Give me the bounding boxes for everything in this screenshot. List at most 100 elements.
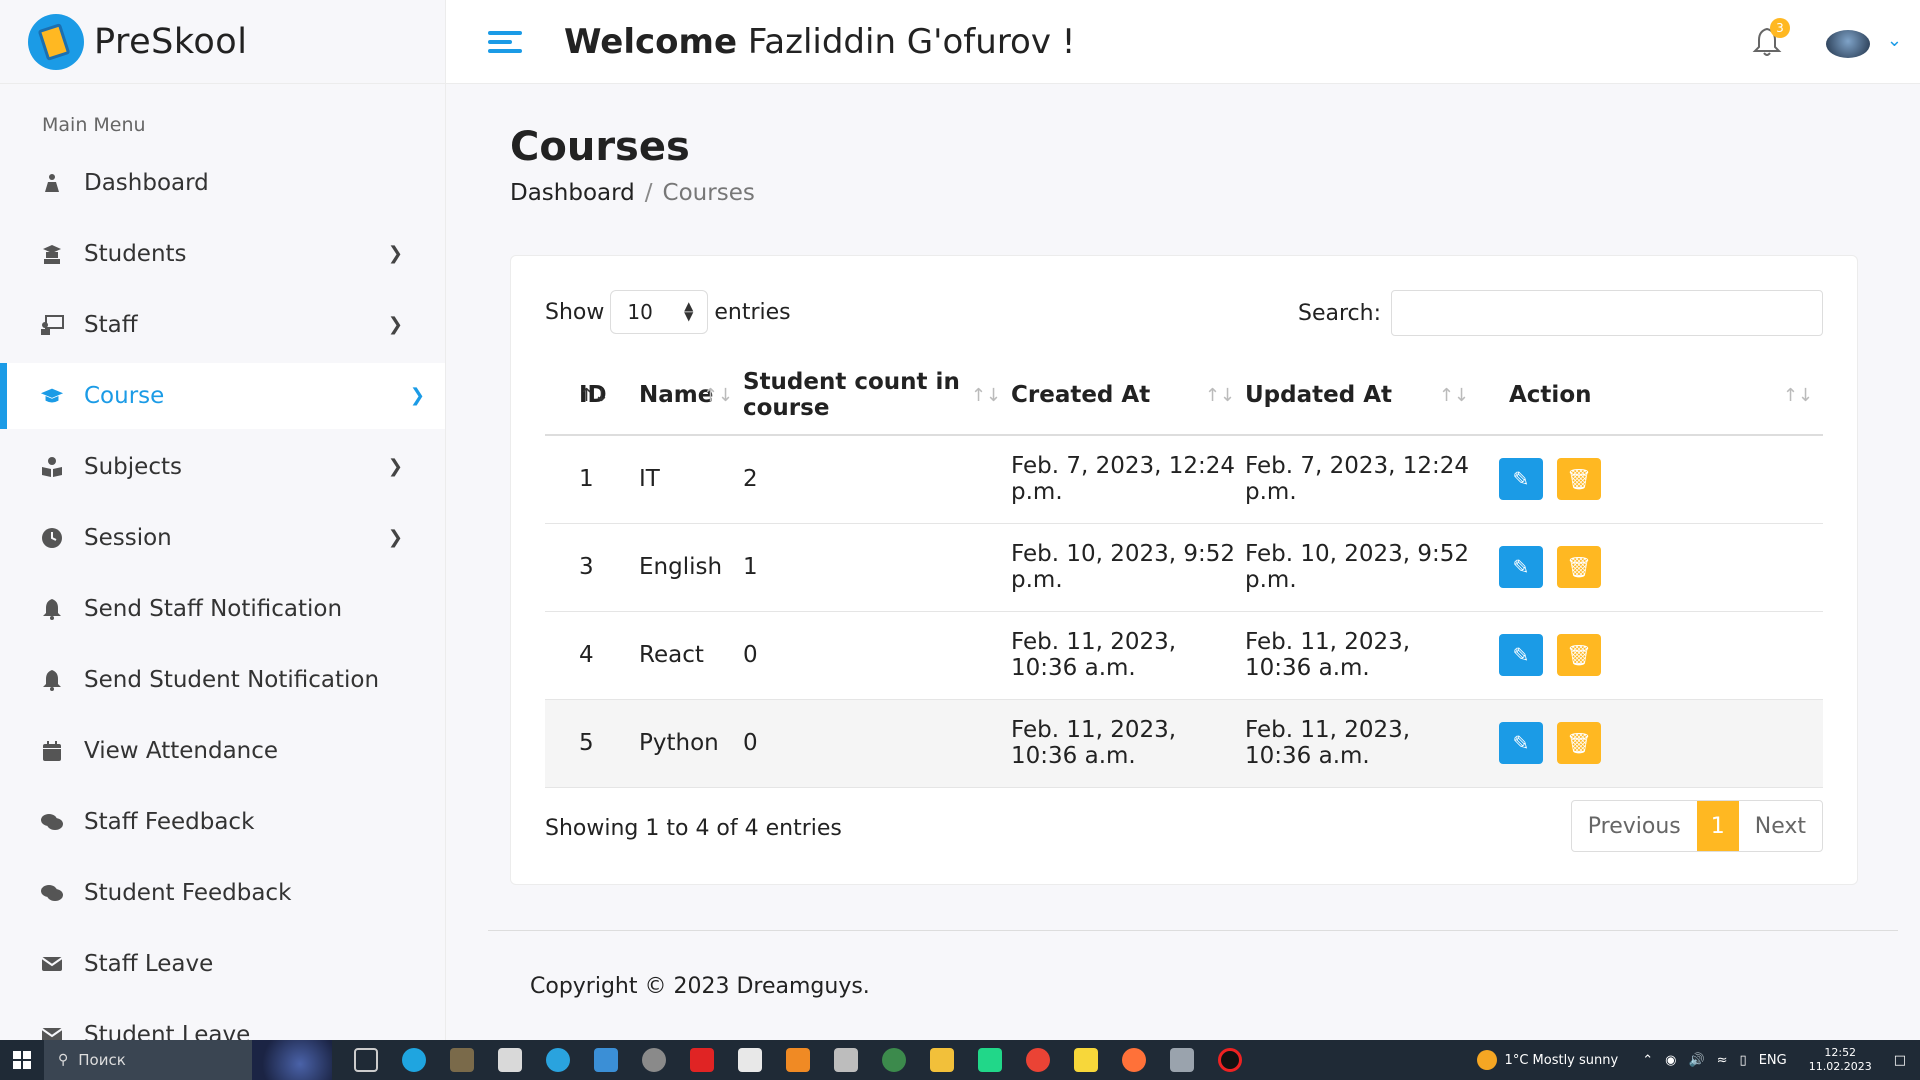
footer-copyright: Copyright © 2023 Dreamguys.: [530, 974, 870, 999]
sidebar-item-staff-feedback[interactable]: Staff Feedback: [0, 789, 445, 855]
sidebar-item-course[interactable]: Course ❯: [0, 363, 445, 429]
table-header-row: ID ↑↓ Name ↑↓ Student count in course ↑↓ Cr…: [545, 355, 1823, 435]
entries-select[interactable]: 10 ▲ ▼: [610, 290, 709, 334]
search-icon: ⚲: [58, 1052, 69, 1068]
column-header-student-count[interactable]: Student count in course ↑↓: [743, 355, 1011, 435]
sidebar-item-student-leave[interactable]: Student Leave: [0, 1002, 445, 1040]
edit-button[interactable]: ✎: [1499, 722, 1543, 764]
column-header-updated-at[interactable]: Updated At ↑↓: [1245, 355, 1479, 435]
delete-button[interactable]: 🗑: [1557, 546, 1601, 588]
next-button[interactable]: Next: [1739, 801, 1822, 851]
sidebar-item-subjects[interactable]: Subjects ❯: [0, 434, 445, 500]
column-header-id[interactable]: ID ↑↓: [545, 355, 639, 435]
notification-bell-icon[interactable]: 3: [1752, 18, 1790, 58]
notifications-center-icon[interactable]: □: [1894, 1053, 1906, 1068]
task-view-icon[interactable]: [354, 1048, 378, 1072]
pencil-icon: ✎: [1512, 731, 1530, 755]
sidebar-item-label: View Attendance: [84, 738, 279, 764]
delete-button[interactable]: 🗑: [1557, 634, 1601, 676]
cell-name: IT: [639, 466, 660, 493]
sidebar-item-dashboard[interactable]: Dashboard: [0, 150, 445, 216]
edit-button[interactable]: ✎: [1499, 634, 1543, 676]
security-icon[interactable]: [498, 1048, 522, 1072]
wifi-icon[interactable]: ≈: [1717, 1053, 1728, 1068]
file-explorer-icon[interactable]: [930, 1048, 954, 1072]
telegram-icon[interactable]: [546, 1048, 570, 1072]
menu-title: Main Menu: [42, 114, 146, 136]
trash-icon: 🗑: [1566, 467, 1592, 492]
select-arrows-icon: ▲ ▼: [684, 299, 694, 323]
cell-count: 2: [743, 466, 758, 493]
trash-icon: 🗑: [1566, 643, 1592, 667]
notes-app-icon[interactable]: [1074, 1048, 1098, 1072]
delete-button[interactable]: 🗑: [1557, 722, 1601, 764]
pycharm-icon[interactable]: [978, 1048, 1002, 1072]
sidebar-item-view-attendance[interactable]: View Attendance: [0, 718, 445, 784]
search-input[interactable]: [1391, 290, 1823, 336]
paint-app-icon[interactable]: [450, 1048, 474, 1072]
comments-icon: [40, 881, 64, 905]
archive-app-icon[interactable]: [834, 1048, 858, 1072]
network-status-icon[interactable]: ◉: [1665, 1053, 1676, 1068]
chevron-down-icon[interactable]: ⌄: [1887, 30, 1902, 51]
battery-icon[interactable]: ▯: [1740, 1053, 1747, 1068]
logo-icon: [28, 13, 84, 70]
database-app-icon[interactable]: [1170, 1048, 1194, 1072]
volume-icon[interactable]: 🔊: [1688, 1053, 1704, 1068]
store-icon[interactable]: [738, 1048, 762, 1072]
sidebar-item-label: Students: [84, 241, 187, 267]
sort-icon: ↑↓: [970, 385, 1001, 406]
search-highlight-image: [252, 1040, 332, 1080]
sidebar-item-label: Staff: [84, 312, 138, 338]
cell-id: 4: [579, 642, 594, 668]
clock[interactable]: 12:52 11.02.2023: [1809, 1046, 1872, 1074]
sidebar-item-student-feedback[interactable]: Student Feedback: [0, 860, 445, 926]
logo[interactable]: PreSkool: [0, 0, 445, 84]
sublime-text-icon[interactable]: [786, 1048, 810, 1072]
weather-widget[interactable]: 1°C Mostly sunny: [1476, 1050, 1618, 1070]
recorder-app-icon[interactable]: [690, 1048, 714, 1072]
menu-toggle-icon[interactable]: [488, 30, 522, 53]
media-app-icon[interactable]: [642, 1048, 666, 1072]
delete-button[interactable]: 🗑: [1557, 458, 1601, 501]
start-button[interactable]: [0, 1040, 44, 1080]
edge-icon[interactable]: [402, 1048, 426, 1072]
column-header-action[interactable]: Action ↑↓: [1479, 355, 1823, 435]
cell-name: React: [639, 642, 704, 668]
clock-icon: [40, 526, 64, 550]
taskbar-search[interactable]: ⚲ Поиск: [44, 1040, 332, 1080]
sidebar-item-label: Send Student Notification: [84, 667, 380, 693]
cell-count: 0: [743, 730, 758, 756]
sidebar-item-staff[interactable]: Staff ❯: [0, 292, 445, 358]
notification-badge: 3: [1770, 18, 1790, 38]
avatar[interactable]: [1826, 30, 1870, 58]
sidebar-item-session[interactable]: Session ❯: [0, 505, 445, 571]
cell-created: Feb. 7, 2023, 12:24 p.m.: [1011, 453, 1236, 506]
chevron-up-icon[interactable]: ⌃: [1642, 1053, 1653, 1068]
previous-button[interactable]: Previous: [1572, 801, 1697, 851]
firefox-icon[interactable]: [1122, 1048, 1146, 1072]
sidebar-item-send-staff-notification[interactable]: Send Staff Notification: [0, 576, 445, 642]
language-indicator[interactable]: ENG: [1759, 1053, 1787, 1068]
page-1-button[interactable]: 1: [1696, 801, 1739, 851]
edit-button[interactable]: ✎: [1499, 546, 1543, 588]
clock-time: 12:52: [1824, 1046, 1857, 1059]
entries-length-control: Show 10 ▲ ▼ entries: [545, 290, 791, 334]
table-row: 4 React 0 Feb. 11, 2023, 10:36 a.m. Feb.…: [545, 611, 1823, 699]
sidebar-item-send-student-notification[interactable]: Send Student Notification: [0, 647, 445, 713]
column-header-created-at[interactable]: Created At ↑↓: [1011, 355, 1245, 435]
breadcrumb-dashboard-link[interactable]: Dashboard: [510, 180, 635, 206]
table-row: 5 Python 0 Feb. 11, 2023, 10:36 a.m. Feb…: [545, 699, 1823, 787]
user-name: Fazliddin G'ofurov !: [747, 21, 1076, 62]
emblem-app-icon[interactable]: [882, 1048, 906, 1072]
cell-name: English: [639, 554, 723, 580]
table-info: Showing 1 to 4 of 4 entries: [545, 816, 842, 841]
column-header-name[interactable]: Name ↑↓: [639, 355, 743, 435]
edit-button[interactable]: ✎: [1499, 458, 1543, 501]
sidebar-item-students[interactable]: Students ❯: [0, 221, 445, 287]
sidebar-item-staff-leave[interactable]: Staff Leave: [0, 931, 445, 997]
monitor-app-icon[interactable]: [594, 1048, 618, 1072]
cell-actions: ✎ 🗑: [1479, 611, 1823, 699]
chrome-icon[interactable]: [1026, 1048, 1050, 1072]
obs-record-icon[interactable]: [1218, 1048, 1242, 1072]
